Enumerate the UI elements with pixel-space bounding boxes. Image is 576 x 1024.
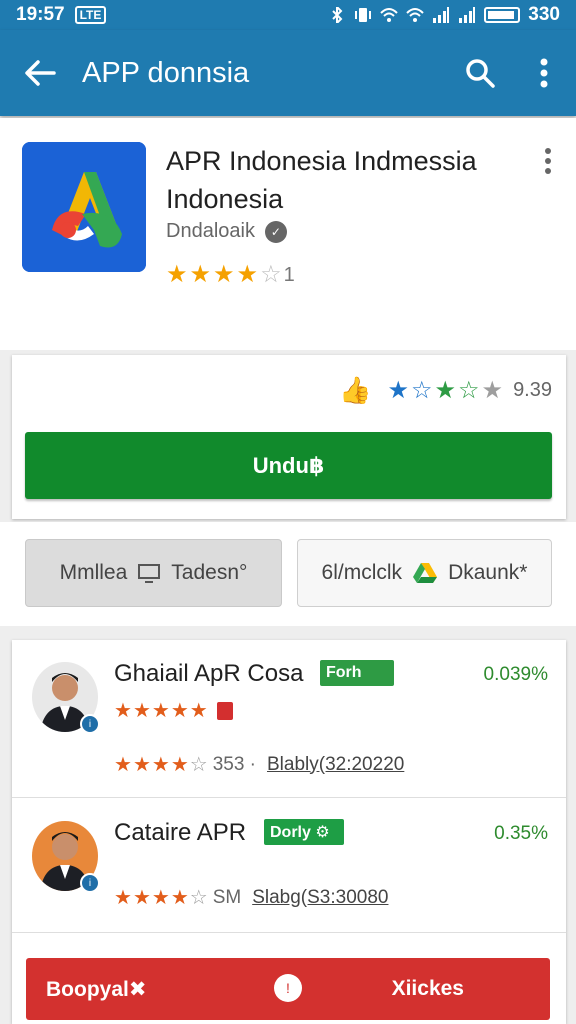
star-empty-icon: ☆: [260, 261, 282, 288]
review-percent: 0.039%: [483, 664, 548, 685]
app-bar: APP donnsia: [0, 30, 576, 116]
star-icon: ★: [481, 377, 504, 404]
app-bar-title: APP donnsia: [82, 56, 250, 89]
star-half-icon: ★: [236, 261, 259, 288]
star-icon: ★: [132, 700, 151, 722]
verified-icon: ✓: [264, 220, 287, 243]
bottom-action-bar: Boopyal✖ ! Xiickes: [26, 958, 550, 1020]
secondary-button-right[interactable]: 6l/mclclk Dkaunk*: [297, 539, 552, 607]
star-icon: ★: [132, 754, 151, 776]
bluetooth-icon: [332, 7, 343, 23]
review-percent: 0.35%: [494, 823, 548, 844]
star-icon: ★: [213, 261, 235, 288]
app-logo-icon: [22, 142, 146, 272]
battery-text: 330: [528, 4, 560, 25]
install-button[interactable]: Undu฿: [25, 432, 552, 499]
star-icon: ★: [151, 700, 170, 722]
wifi-icon: [380, 8, 399, 22]
review-tag: Dorly ⚙: [264, 819, 344, 845]
star-empty-icon: ☆: [189, 887, 208, 909]
vibrate-icon: [355, 8, 372, 22]
info-icon[interactable]: !: [274, 974, 302, 1002]
list-item[interactable]: i Ghaiail ApR Cosa Forh 0.039% ★ ★ ★ ★ ★…: [12, 640, 566, 798]
star-icon: ☆: [458, 377, 480, 404]
bottom-left-button[interactable]: Boopyal✖: [46, 977, 146, 1002]
search-icon: [466, 59, 495, 88]
star-icon: ★: [189, 261, 212, 288]
star-icon: ★: [114, 754, 132, 776]
star-icon: ★: [387, 377, 409, 404]
badge-icon: i: [80, 714, 100, 734]
star-icon: ★: [151, 754, 170, 776]
star-icon: ★: [114, 700, 132, 722]
review-meta: ★ ★ ★ ★ ☆ 353 · Blably(32:20220: [114, 752, 404, 777]
flag-icon: [216, 701, 233, 720]
secondary-left-label-2: Tadesn°: [171, 561, 248, 584]
secondary-right-label-2: Dkaunk*: [448, 561, 528, 584]
signal-icon-2: [459, 7, 476, 23]
star-icon: ★: [132, 887, 151, 909]
status-time: 19:57: [16, 4, 65, 25]
back-button[interactable]: [0, 30, 80, 116]
developer-name[interactable]: Dndaloaik: [166, 220, 255, 243]
review-rating-top: ★ ★ ★ ★ ★: [114, 698, 233, 723]
secondary-button-left[interactable]: Mmllea Tadesn°: [25, 539, 282, 607]
review-name: Cataire APR: [114, 819, 247, 846]
status-bar: 19:57 LTE 330: [0, 0, 576, 30]
review-link[interactable]: Slabg(S3:30080: [252, 887, 388, 909]
battery-icon: [484, 7, 521, 23]
network-badge: LTE: [74, 6, 107, 24]
star-icon: ★: [114, 887, 132, 909]
badge-icon: i: [80, 873, 100, 893]
arrow-back-icon: [25, 60, 56, 86]
review-name: Ghaiail ApR Cosa: [114, 660, 304, 687]
rating-count: 1: [283, 263, 295, 286]
review-tag: Forh: [320, 660, 394, 686]
review-link[interactable]: Blably(32:20220: [267, 754, 404, 776]
more-vert-icon: [540, 58, 548, 88]
star-icon: ★: [434, 377, 457, 404]
star-icon: ★: [166, 261, 188, 288]
review-meta: ★ ★ ★ ★ ☆ SM Slabg(S3:30080: [114, 885, 388, 910]
monitor-icon: [138, 564, 161, 583]
app-title: APR Indonesia Indmessia Indonesia: [166, 146, 477, 214]
search-button[interactable]: [448, 30, 512, 116]
app-header-card: APR Indonesia Indmessia Indonesia Dndalo…: [0, 118, 576, 350]
app-more-button[interactable]: [540, 146, 556, 176]
drive-icon: [413, 563, 438, 583]
app-icon: [22, 142, 146, 272]
app-rating: ★ ★ ★ ★ ☆ 1: [166, 263, 295, 287]
mini-rating-value: 9.39: [513, 379, 552, 401]
secondary-right-label: 6l/mclclk: [321, 561, 403, 584]
review-meta-text: 353 ·: [212, 753, 256, 775]
more-vert-icon: [545, 148, 551, 174]
more-button[interactable]: [512, 30, 576, 116]
signal-icon: [433, 7, 450, 23]
star-icon: ☆: [411, 377, 433, 404]
star-icon: ★: [170, 754, 189, 776]
thumbs-up-icon: 👍: [339, 375, 372, 405]
secondary-left-label: Mmllea: [59, 561, 128, 584]
star-icon: ★: [170, 887, 189, 909]
star-icon: ★: [170, 700, 189, 722]
star-icon: ★: [151, 887, 170, 909]
install-card: 👍 ★ ☆ ★ ☆ ★ 9.39 Undu฿: [12, 355, 566, 519]
secondary-actions: Mmllea Tadesn° 6l/mclclk Dkaunk*: [0, 522, 576, 626]
list-item[interactable]: i Cataire APR Dorly ⚙ 0.35% ★ ★ ★ ★ ☆ SM…: [12, 799, 566, 933]
review-meta-text: SM: [212, 886, 242, 908]
wifi-icon-2: [406, 8, 425, 22]
mini-rating: 👍 ★ ☆ ★ ☆ ★ 9.39: [339, 375, 552, 406]
developer-row: Dndaloaik ✓: [166, 220, 287, 243]
star-icon: ★: [189, 700, 208, 722]
star-empty-icon: ☆: [189, 754, 208, 776]
bottom-right-button[interactable]: Xiickes: [392, 977, 464, 1001]
